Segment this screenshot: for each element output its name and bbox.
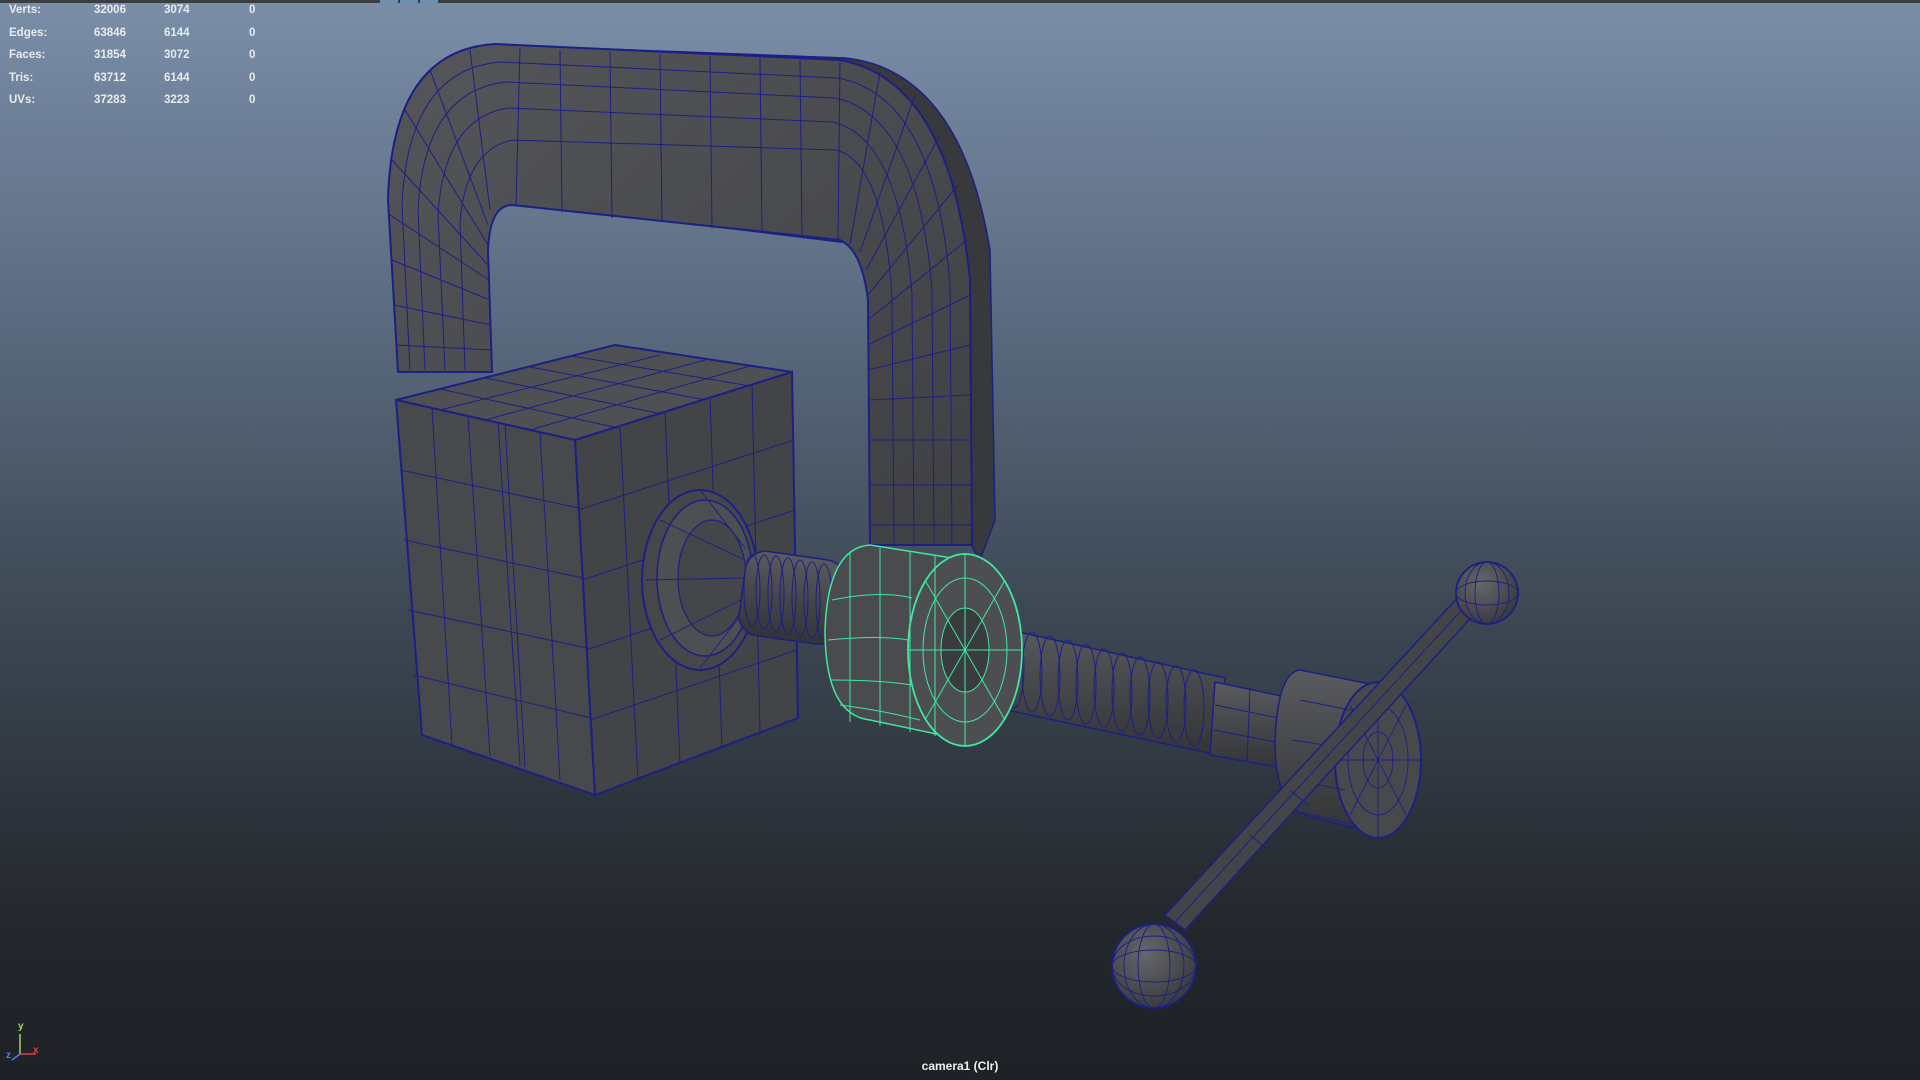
- clamp-swivel-pad[interactable]: [641, 489, 759, 671]
- t-handle-bar[interactable]: [1111, 561, 1519, 1009]
- 3d-viewport[interactable]: Verts: 32006 3074 0 Edges: 63846 6144 0 …: [0, 0, 1920, 1080]
- axis-icon: [11, 1034, 36, 1061]
- clamp-model-render[interactable]: [0, 0, 1920, 1080]
- selected-collar-mesh[interactable]: [824, 544, 1023, 747]
- handle-knob-bottom: [1111, 923, 1197, 1009]
- camera-name-label: camera1 (Clr): [921, 1059, 999, 1073]
- axis-y-label: y: [18, 1021, 24, 1032]
- axis-x-label: x: [33, 1045, 39, 1056]
- view-axis-gizmo: y x z: [6, 1021, 46, 1064]
